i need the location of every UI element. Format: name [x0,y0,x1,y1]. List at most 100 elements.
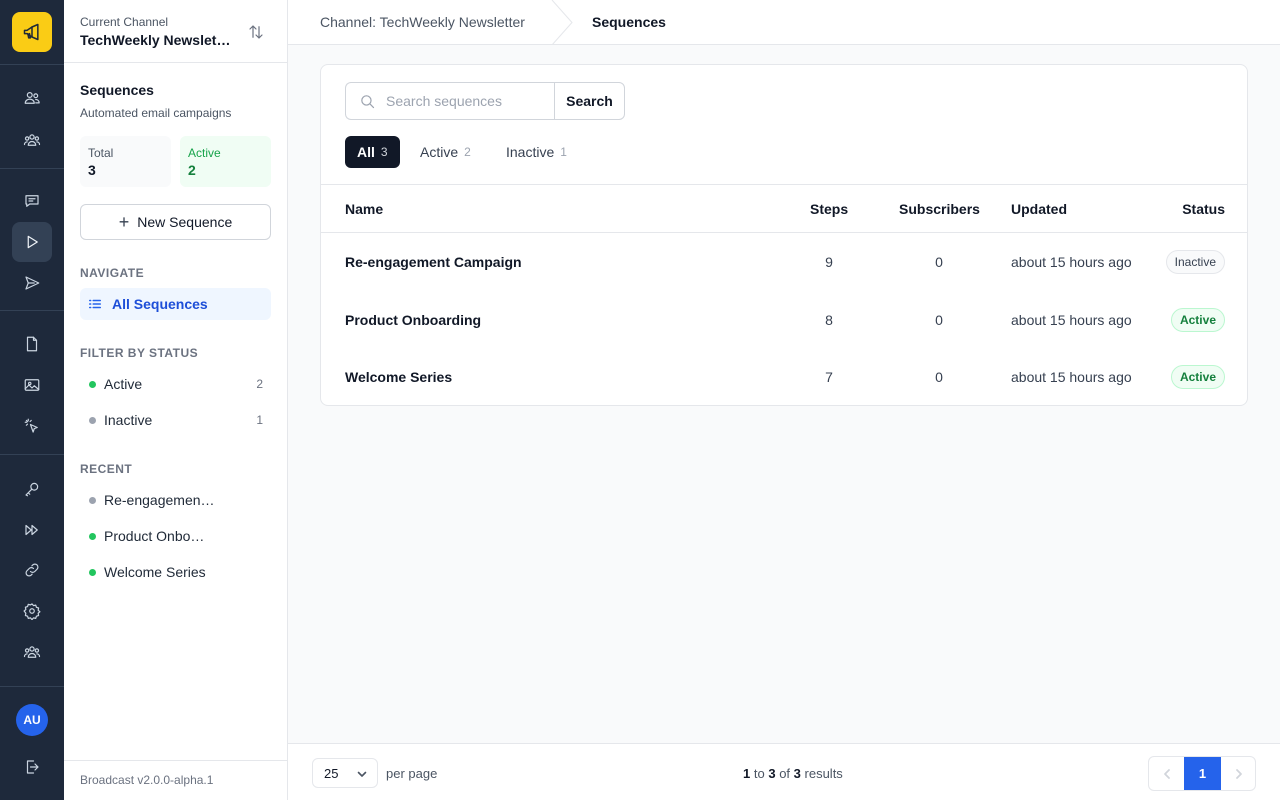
per-page-select[interactable]: 25 [312,758,378,788]
recent-item-label: Re-engagement Campaign [104,492,216,508]
breadcrumb-channel-link[interactable]: Channel: TechWeekly Newsletter [320,14,525,30]
sequence-steps: 8 [825,312,833,328]
tab-label: Inactive [506,144,555,160]
filter-item-count: 1 [256,413,263,427]
rail-settings-icon[interactable] [12,591,52,631]
column-header-subscribers[interactable]: Subscribers [899,201,980,217]
recent-item[interactable]: Welcome Series [80,556,271,588]
recent-item-label: Welcome Series [104,564,206,580]
search-button[interactable]: Search [554,82,625,120]
inactive-dot-icon [89,416,96,424]
rail-tracking-icon[interactable] [12,406,52,446]
rail-divider [0,168,64,169]
results-to-word: to [753,766,765,781]
rail-divider [0,310,64,311]
results-from: 1 [743,766,751,781]
per-page-label: per page [386,766,438,781]
sequence-subscribers: 0 [935,369,943,385]
active-stat-label: Active [188,146,221,160]
previous-page-button[interactable] [1149,757,1184,790]
tab-count: 2 [464,145,471,159]
rail-webhooks-icon[interactable] [12,550,52,590]
rail-messages-icon[interactable] [12,181,52,221]
tab-active[interactable]: Active 2 [408,136,483,168]
rail-team-icon[interactable] [12,632,52,672]
sequences-card: Search All 3 Active 2 Inactive 1 Name St… [320,64,1248,406]
user-avatar[interactable]: AU [16,704,48,736]
breadcrumb: Channel: TechWeekly Newsletter Sequences [288,0,1280,46]
sequence-name[interactable]: Welcome Series [345,369,452,385]
navigate-heading: NAVIGATE [80,266,145,280]
nav-item-label: All Sequences [112,296,208,312]
recent-item[interactable]: Product Onboarding [80,520,271,552]
tab-count: 3 [380,145,388,159]
new-sequence-button[interactable]: + New Sequence [80,204,271,240]
sidebar-section-title: Sequences [80,82,154,98]
rail-segments-icon[interactable] [12,120,52,160]
rail-api-keys-icon[interactable] [12,469,52,509]
results-total: 3 [793,766,801,781]
tab-all[interactable]: All 3 [345,136,400,168]
recent-item-label: Product Onboarding [104,528,208,544]
active-dot-icon [89,380,96,388]
page-number-button[interactable]: 1 [1184,757,1221,790]
rail-sequences-icon[interactable] [12,222,52,262]
nav-item-all-sequences[interactable]: All Sequences [80,288,271,320]
channel-switcher[interactable]: Current Channel TechWeekly Newsletter [64,0,287,63]
table-row[interactable]: Product Onboarding 8 0 about 15 hours ag… [321,292,1247,349]
new-sequence-label: New Sequence [137,214,233,230]
search-icon [361,95,375,109]
chevron-left-icon [1163,768,1170,779]
plus-icon: + [118,212,130,232]
pagination-footer: 25 per page 1 to 3 of 3 results 1 [288,743,1280,800]
breadcrumb-current: Sequences [592,14,666,30]
results-to: 3 [768,766,776,781]
results-word: results [804,766,843,781]
status-badge: Active [1170,365,1225,389]
rail-broadcasts-icon[interactable] [12,263,52,303]
swap-arrows-icon[interactable] [244,20,268,44]
sequence-name[interactable]: Product Onboarding [345,312,481,328]
sequence-steps: 7 [825,369,833,385]
column-header-status[interactable]: Status [1182,201,1225,217]
status-badge: Active [1170,308,1225,332]
next-page-button[interactable] [1221,757,1255,790]
table-row[interactable]: Welcome Series 7 0 about 15 hours ago Ac… [321,349,1247,405]
rail-templates-icon[interactable] [12,324,52,364]
total-stat-label: Total [88,146,114,160]
tab-inactive[interactable]: Inactive 1 [494,136,579,168]
search-box [345,82,555,120]
filter-item-label: Inactive [104,412,153,428]
channel-name: TechWeekly Newsletter [80,32,232,48]
filter-item-active[interactable]: Active 2 [80,368,271,400]
rail-divider [0,64,64,65]
table-row[interactable]: Re-engagement Campaign 9 0 about 15 hour… [321,234,1247,291]
sequence-subscribers: 0 [935,254,943,270]
active-dot-icon [89,568,96,576]
rail-logout-icon[interactable] [12,747,52,787]
channel-label: Current Channel [80,15,169,29]
column-header-name[interactable]: Name [345,201,383,217]
rail-images-icon[interactable] [12,365,52,405]
filter-item-inactive[interactable]: Inactive 1 [80,404,271,436]
app-version: Broadcast v2.0.0-alpha.1 [64,760,287,800]
active-stat-card: Active 2 [180,136,271,187]
sequence-updated: about 15 hours ago [1011,369,1132,385]
rail-subscribers-icon[interactable] [12,78,52,118]
sequence-name[interactable]: Re-engagement Campaign [345,254,522,270]
recent-item[interactable]: Re-engagement Campaign [80,484,271,516]
filter-item-label: Active [104,376,143,392]
sequence-updated: about 15 hours ago [1011,312,1132,328]
column-header-updated[interactable]: Updated [1011,201,1067,217]
filter-status-heading: FILTER BY STATUS [80,346,199,360]
tab-label: Active [420,144,459,160]
tab-count: 1 [560,145,567,159]
rail-automation-icon[interactable] [12,510,52,550]
status-badge: Inactive [1165,250,1225,274]
column-header-steps[interactable]: Steps [810,201,848,217]
tab-label: All [357,144,375,160]
megaphone-logo-icon[interactable] [12,12,52,52]
icon-rail: AU [0,0,64,800]
per-page-value: 25 [324,765,339,781]
search-input[interactable] [386,83,551,119]
